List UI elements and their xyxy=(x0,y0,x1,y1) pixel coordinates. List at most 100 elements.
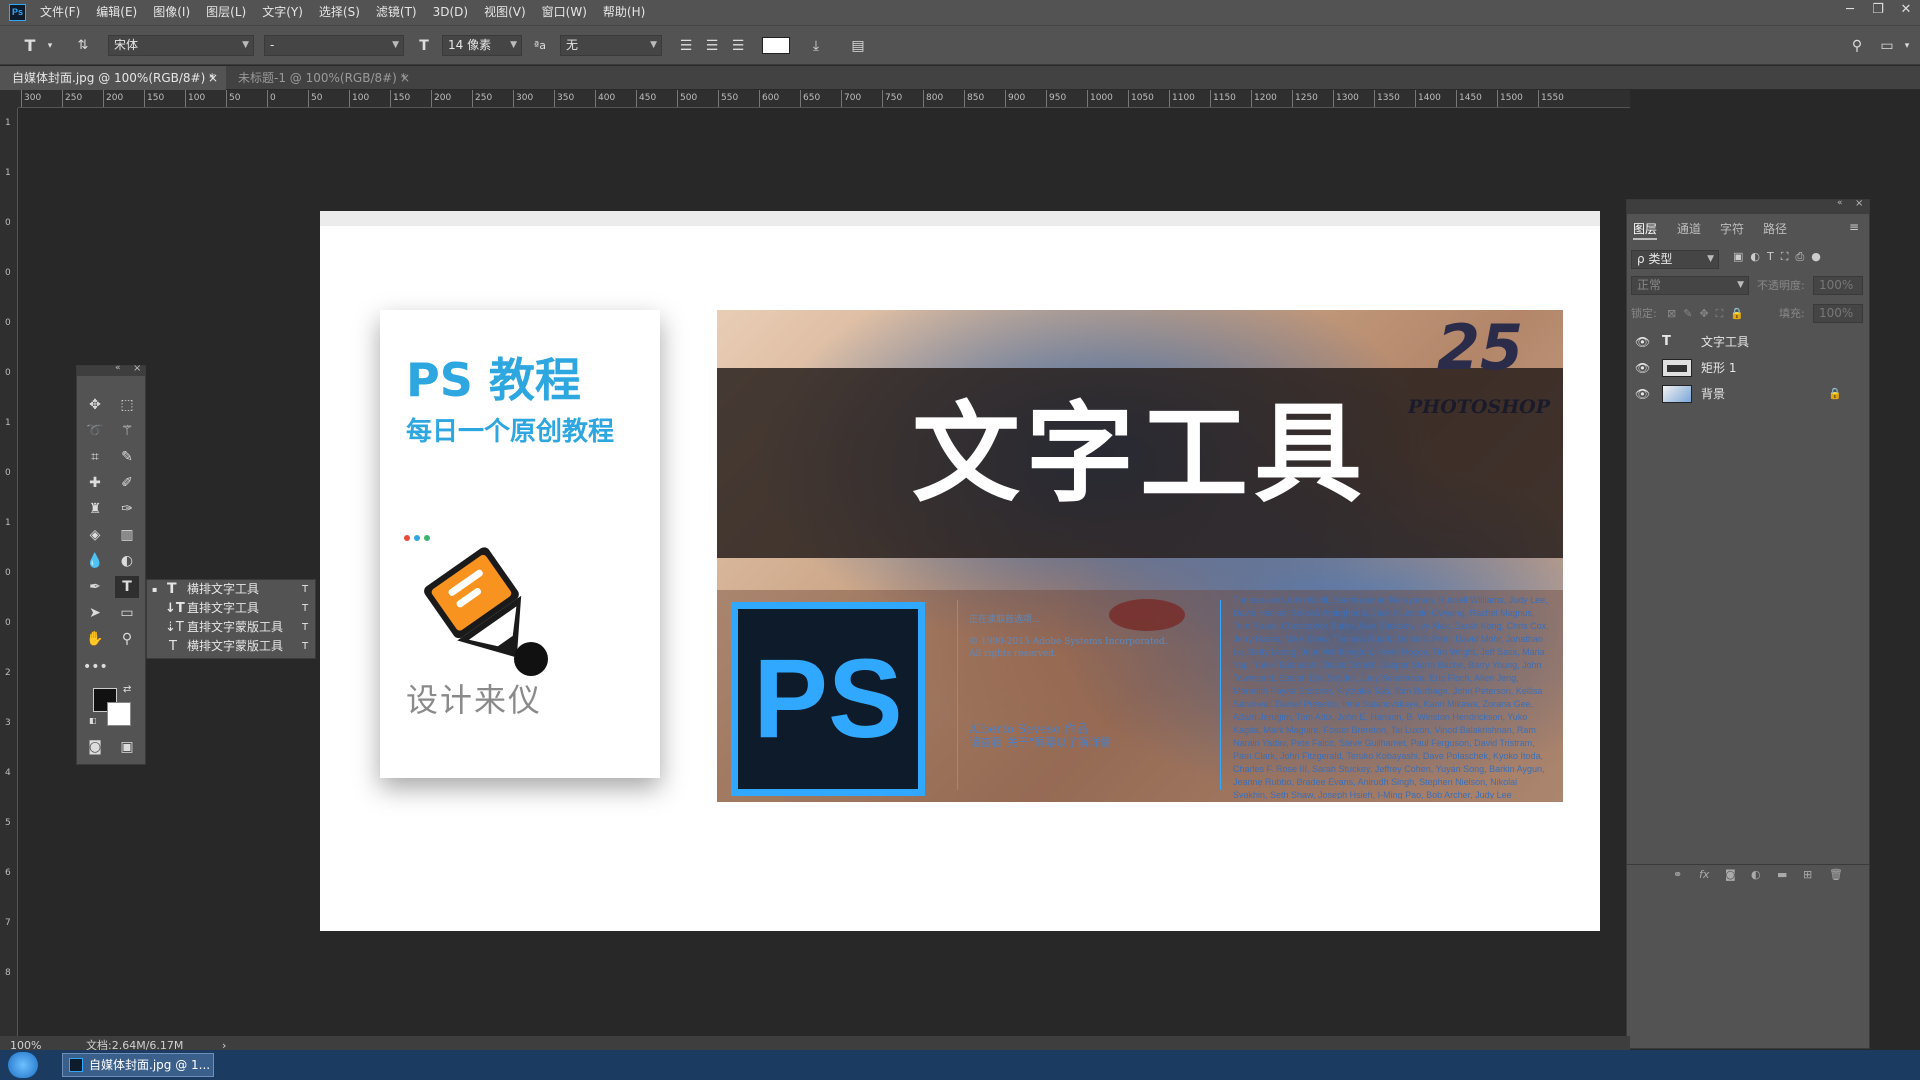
tab-document-1[interactable]: 自媒体封面.jpg @ 100%(RGB/8#) * × xyxy=(0,66,226,90)
collapse-icon[interactable]: « xyxy=(115,363,121,373)
marquee-tool-icon[interactable]: ⬚ xyxy=(115,394,139,416)
close-button[interactable]: ✕ xyxy=(1892,0,1920,22)
lock-icon[interactable]: 🔒 xyxy=(1828,381,1842,407)
eyedropper-tool-icon[interactable]: ✎ xyxy=(115,446,139,468)
link-layers-icon[interactable]: ⚭ xyxy=(1673,868,1682,881)
image-filter-icon[interactable]: ▣ xyxy=(1733,250,1750,263)
panel-grip[interactable]: « × xyxy=(1627,198,1869,214)
layer-filter-icons[interactable]: ▣◐T⛶⎙● xyxy=(1733,250,1828,264)
move-tool-icon[interactable]: ✥ xyxy=(83,394,107,416)
menu-select[interactable]: 选择(S) xyxy=(311,0,368,25)
tab-layers[interactable]: 图层 xyxy=(1633,218,1658,240)
workspace-icon[interactable]: ▭ xyxy=(1877,36,1897,56)
align-center-icon[interactable]: ☰ xyxy=(702,36,722,56)
lock-pixels-icon[interactable]: ⊠ xyxy=(1667,307,1683,320)
menu-edit[interactable]: 编辑(E) xyxy=(88,0,145,25)
fill-field[interactable]: 100% xyxy=(1813,304,1863,323)
type-tool-icon[interactable]: T xyxy=(115,576,139,598)
tab-channels[interactable]: 通道 xyxy=(1677,218,1701,240)
delete-layer-icon[interactable]: 🗑 xyxy=(1829,868,1843,881)
close-icon[interactable]: × xyxy=(400,66,410,90)
menu-3d[interactable]: 3D(D) xyxy=(425,0,476,25)
magic-wand-tool-icon[interactable]: ⚚ xyxy=(115,420,139,442)
layer-mask-icon[interactable]: ◙ xyxy=(1725,868,1736,881)
lock-paint-icon[interactable]: ✎ xyxy=(1683,307,1699,320)
chevron-down-icon[interactable]: ▾ xyxy=(40,36,60,56)
tab-document-2[interactable]: 未标题-1 @ 100%(RGB/8#) * × xyxy=(226,66,418,90)
align-left-icon[interactable]: ☰ xyxy=(676,36,696,56)
layer-filter-select[interactable]: ρ 类型 ▼ xyxy=(1631,250,1719,269)
layer-row-shape[interactable]: 👁 矩形 1 xyxy=(1628,355,1848,381)
text-color-swatch[interactable] xyxy=(762,37,790,54)
menu-filter[interactable]: 滤镜(T) xyxy=(368,0,425,25)
eraser-tool-icon[interactable]: ◈ xyxy=(83,524,107,546)
new-layer-icon[interactable]: ⊞ xyxy=(1803,868,1812,881)
lock-all-icon[interactable]: 🔒 xyxy=(1730,307,1751,320)
type-filter-icon[interactable]: T xyxy=(1767,250,1781,263)
menu-layer[interactable]: 图层(L) xyxy=(198,0,254,25)
warp-text-icon[interactable]: ⤓ xyxy=(806,36,826,56)
blend-mode-select[interactable]: 正常 ▼ xyxy=(1631,276,1749,295)
align-right-icon[interactable]: ☰ xyxy=(728,36,748,56)
close-icon[interactable]: × xyxy=(1855,198,1863,209)
clone-stamp-tool-icon[interactable]: ♜ xyxy=(83,498,107,520)
opacity-field[interactable]: 100% xyxy=(1813,276,1863,295)
minimize-button[interactable]: ─ xyxy=(1836,0,1864,22)
menu-file[interactable]: 文件(F) xyxy=(32,0,88,25)
dodge-tool-icon[interactable]: ◐ xyxy=(115,550,139,572)
rectangle-tool-icon[interactable]: ▭ xyxy=(115,602,139,624)
menu-image[interactable]: 图像(I) xyxy=(145,0,198,25)
taskbar-item-photoshop[interactable]: 自媒体封面.jpg @ 1... xyxy=(62,1053,214,1077)
pen-tool-icon[interactable]: ✒ xyxy=(83,576,107,598)
flyout-item-horizontal-type[interactable]: ▪ T 横排文字工具 T xyxy=(147,580,315,599)
adjustment-filter-icon[interactable]: ◐ xyxy=(1750,250,1767,263)
menu-type[interactable]: 文字(Y) xyxy=(254,0,311,25)
crop-tool-icon[interactable]: ⌗ xyxy=(83,446,107,468)
zoom-tool-icon[interactable]: ⚲ xyxy=(115,628,139,650)
brush-tool-icon[interactable]: ✐ xyxy=(115,472,139,494)
chevron-down-icon[interactable]: ▾ xyxy=(1897,36,1917,56)
start-button-icon[interactable] xyxy=(8,1052,38,1078)
path-selection-tool-icon[interactable]: ➤ xyxy=(83,602,107,624)
character-panel-icon[interactable]: ▤ xyxy=(848,36,868,56)
smart-object-filter-icon[interactable]: ⎙ xyxy=(1795,250,1811,263)
font-family-select[interactable]: 宋体 ▼ xyxy=(108,35,254,56)
lock-icons[interactable]: ⊠✎✥⛶🔒 xyxy=(1667,304,1751,323)
swap-colors-icon[interactable]: ⇄ xyxy=(123,684,131,695)
history-brush-tool-icon[interactable]: ✑ xyxy=(115,498,139,520)
close-icon[interactable]: × xyxy=(133,363,141,374)
lasso-tool-icon[interactable]: ➰ xyxy=(83,420,107,442)
tab-paths[interactable]: 路径 xyxy=(1763,218,1787,240)
layer-row-background[interactable]: 👁 背景 🔒 xyxy=(1628,381,1848,407)
more-tools-icon[interactable]: ••• xyxy=(83,656,108,678)
ruler-origin[interactable] xyxy=(0,90,18,108)
lock-position-icon[interactable]: ✥ xyxy=(1699,307,1715,320)
visibility-eye-icon[interactable]: 👁 xyxy=(1635,355,1650,381)
hand-tool-icon[interactable]: ✋ xyxy=(83,628,107,650)
visibility-eye-icon[interactable]: 👁 xyxy=(1635,329,1650,355)
panel-menu-icon[interactable]: ≡ xyxy=(1849,220,1859,234)
horizontal-ruler[interactable]: 300 250 200 150 100 50 0 50 100 150 200 250 300 350 40… xyxy=(18,90,1630,108)
background-color-swatch[interactable] xyxy=(107,702,131,726)
close-icon[interactable]: × xyxy=(208,66,218,90)
adjustment-layer-icon[interactable]: ◐ xyxy=(1751,868,1761,881)
blur-tool-icon[interactable]: 💧 xyxy=(83,550,107,572)
font-style-select[interactable]: - ▼ xyxy=(264,35,404,56)
layer-row-text[interactable]: 👁 T 文字工具 xyxy=(1628,329,1848,355)
restore-button[interactable]: ❐ xyxy=(1864,0,1892,22)
photoshop-logo-icon[interactable]: Ps xyxy=(9,4,26,21)
collapse-icon[interactable]: « xyxy=(1837,198,1843,208)
font-size-select[interactable]: 14 像素 ▼ xyxy=(442,35,522,56)
visibility-eye-icon[interactable]: 👁 xyxy=(1635,381,1650,407)
toolbox-grip[interactable]: « × xyxy=(77,363,145,376)
default-colors-icon[interactable]: ◧ xyxy=(89,716,97,725)
menu-help[interactable]: 帮助(H) xyxy=(595,0,653,25)
lock-artboard-icon[interactable]: ⛶ xyxy=(1716,307,1731,320)
filter-toggle-icon[interactable]: ● xyxy=(1811,250,1828,263)
gradient-tool-icon[interactable]: ▥ xyxy=(115,524,139,546)
search-icon[interactable]: ⚲ xyxy=(1847,36,1867,56)
shape-filter-icon[interactable]: ⛶ xyxy=(1781,250,1796,263)
fx-icon[interactable]: fx xyxy=(1699,868,1709,881)
healing-brush-tool-icon[interactable]: ✚ xyxy=(83,472,107,494)
flyout-item-vertical-type-mask[interactable]: ⇣T 直排文字蒙版工具 T xyxy=(147,618,315,637)
